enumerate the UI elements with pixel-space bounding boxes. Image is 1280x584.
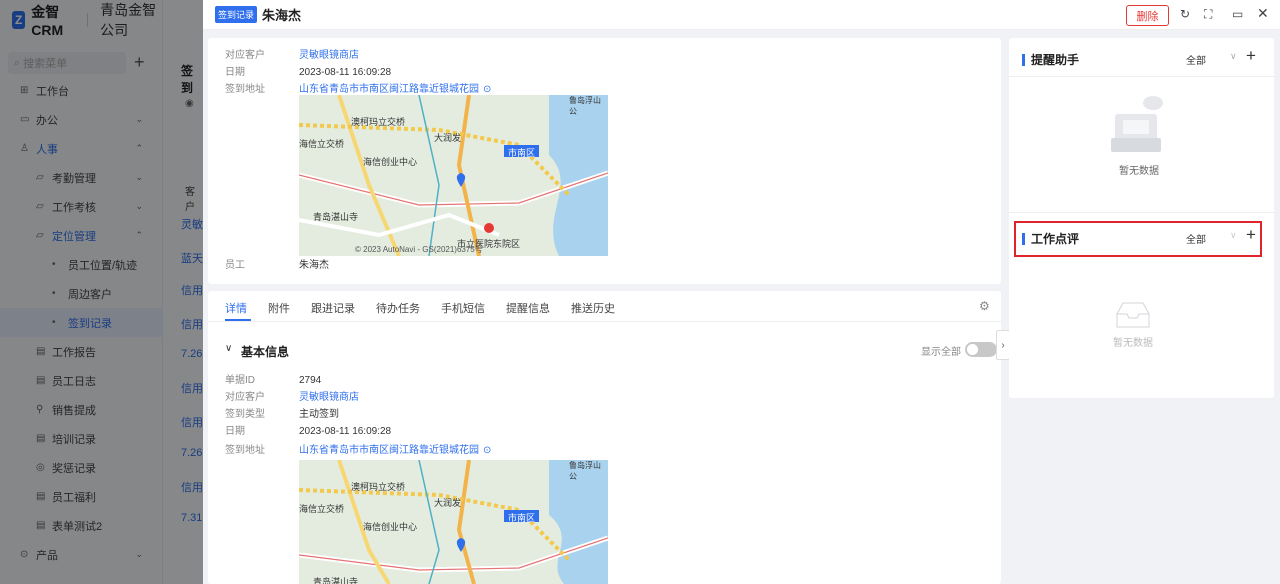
type-value: 主动签到 bbox=[299, 409, 339, 420]
chevron-down-icon[interactable]: ∨ bbox=[225, 343, 232, 354]
employee-value: 朱海杰 bbox=[299, 260, 329, 271]
customer-link[interactable]: 灵敏眼镜商店 bbox=[299, 392, 359, 404]
record-type-tag: 签到记录 bbox=[215, 6, 258, 23]
add-reminder-icon[interactable]: + bbox=[1246, 46, 1256, 66]
map-label: 澳柯玛立交桥 bbox=[351, 482, 406, 492]
map-label: 海信立交桥 bbox=[299, 504, 345, 514]
summary-card: 对应客户 灵敏眼镜商店 日期 2023-08-11 16:09:28 签到地址 山东省… bbox=[208, 38, 1001, 284]
show-all-label: 显示全部 bbox=[921, 347, 961, 358]
map-label: 青岛湛山寺 bbox=[313, 577, 359, 584]
customer-link[interactable]: 灵敏眼镜商店 bbox=[299, 50, 359, 62]
show-all-toggle[interactable] bbox=[965, 342, 997, 357]
empty-inbox-icon bbox=[1111, 96, 1163, 152]
map-label: 海信创业中心 bbox=[363, 522, 418, 532]
tab-bar: 详情 附件 跟进记录 待办任务 手机短信 提醒信息 推送历史 bbox=[225, 300, 615, 316]
map-label: 海信立交桥 bbox=[299, 139, 345, 149]
map-label: 青岛湛山寺 bbox=[313, 212, 359, 222]
tab-push-history[interactable]: 推送历史 bbox=[571, 300, 615, 316]
empty-text: 暂无数据 bbox=[1119, 166, 1159, 177]
divider bbox=[208, 321, 1001, 322]
map-label: 鲁岛浮山公 bbox=[569, 461, 601, 481]
field-label: 员工 bbox=[225, 260, 245, 271]
id-value: 2794 bbox=[299, 375, 322, 386]
date-value: 2023-08-11 16:09:28 bbox=[299, 426, 392, 437]
map-graphic bbox=[299, 460, 608, 584]
delete-button[interactable]: 删除 bbox=[1126, 5, 1169, 26]
drawer-header: 签到记录 朱海杰 删除 ↻ ⛶ ▭ ✕ bbox=[203, 0, 1280, 30]
tab-reminders[interactable]: 提醒信息 bbox=[506, 300, 550, 316]
tab-attachments[interactable]: 附件 bbox=[268, 300, 290, 316]
modal-overlay[interactable] bbox=[0, 0, 203, 584]
map-label: 大润发 bbox=[434, 498, 462, 508]
address-link[interactable]: 山东省青岛市市南区闽江路靠近银城花园 bbox=[299, 445, 479, 457]
map-label: 海信创业中心 bbox=[363, 157, 418, 167]
field-label: 日期 bbox=[225, 426, 245, 437]
field-label: 对应客户 bbox=[225, 50, 265, 61]
map-view[interactable]: 澳柯玛立交桥 大润发 海信立交桥 海信创业中心 市南区 青岛湛山寺 鲁岛浮山公 bbox=[299, 460, 608, 584]
field-label: 对应客户 bbox=[225, 392, 265, 403]
reminder-filter-select[interactable]: 全部 bbox=[1186, 52, 1206, 67]
map-label: 澳柯玛立交桥 bbox=[351, 117, 406, 127]
detail-card: 详情 附件 跟进记录 待办任务 手机短信 提醒信息 推送历史 ⚙ ∨ 基本信息 … bbox=[208, 291, 1001, 584]
section-title: 基本信息 bbox=[241, 345, 290, 359]
right-panel: 提醒助手 全部 ∨ + 暂无数据 工作点评 全部 ∨ + 暂无数据 bbox=[1009, 38, 1274, 398]
map-label: 大润发 bbox=[434, 133, 462, 143]
map-view[interactable]: 澳柯玛立交桥 大润发 海信立交桥 海信创业中心 市南区 青岛湛山寺 市立医院东院… bbox=[299, 95, 608, 256]
map-graphic bbox=[299, 95, 608, 256]
tab-sms[interactable]: 手机短信 bbox=[441, 300, 485, 316]
map-label: 鲁岛浮山公 bbox=[569, 96, 601, 116]
tab-todo[interactable]: 待办任务 bbox=[376, 300, 420, 316]
chevron-right-icon: › bbox=[1001, 339, 1005, 351]
field-label: 签到地址 bbox=[225, 445, 265, 456]
detail-drawer: 签到记录 朱海杰 删除 ↻ ⛶ ▭ ✕ 对应客户 灵敏眼镜商店 日期 2023-08… bbox=[203, 0, 1280, 584]
collapse-panel-button[interactable]: › bbox=[996, 330, 1010, 360]
reminder-empty-state: 暂无数据 bbox=[1107, 94, 1171, 177]
field-label: 单据ID bbox=[225, 375, 255, 386]
divider bbox=[1009, 212, 1274, 213]
highlight-box bbox=[1014, 221, 1262, 257]
field-label: 签到类型 bbox=[225, 409, 265, 420]
field-label: 签到地址 bbox=[225, 84, 265, 95]
empty-inbox-icon bbox=[1116, 302, 1150, 328]
divider bbox=[1009, 76, 1274, 77]
minimize-icon[interactable]: ▭ bbox=[1232, 7, 1243, 21]
field-label: 日期 bbox=[225, 67, 245, 78]
fullscreen-icon[interactable]: ⛶ bbox=[1204, 7, 1212, 22]
empty-text: 暂无数据 bbox=[1113, 338, 1153, 349]
map-copyright: © 2023 AutoNavi - GS(2021)6375号 bbox=[355, 245, 483, 254]
map-label: 市南区 bbox=[508, 148, 536, 158]
reminder-title-text: 提醒助手 bbox=[1031, 53, 1080, 67]
date-value: 2023-08-11 16:09:28 bbox=[299, 67, 392, 78]
tab-followup[interactable]: 跟进记录 bbox=[311, 300, 355, 316]
review-empty-state: 暂无数据 bbox=[1113, 300, 1153, 349]
map-label: 市南区 bbox=[508, 513, 536, 523]
reminder-title: 提醒助手 bbox=[1022, 51, 1079, 68]
refresh-icon[interactable]: ↻ bbox=[1180, 7, 1190, 21]
tab-detail[interactable]: 详情 bbox=[225, 300, 247, 316]
location-pin-icon[interactable]: ⊙ bbox=[483, 445, 491, 457]
drawer-title: 朱海杰 bbox=[262, 8, 302, 23]
chevron-down-icon[interactable]: ∨ bbox=[1230, 51, 1237, 62]
close-icon[interactable]: ✕ bbox=[1257, 5, 1269, 22]
settings-icon[interactable]: ⚙ bbox=[979, 299, 990, 313]
